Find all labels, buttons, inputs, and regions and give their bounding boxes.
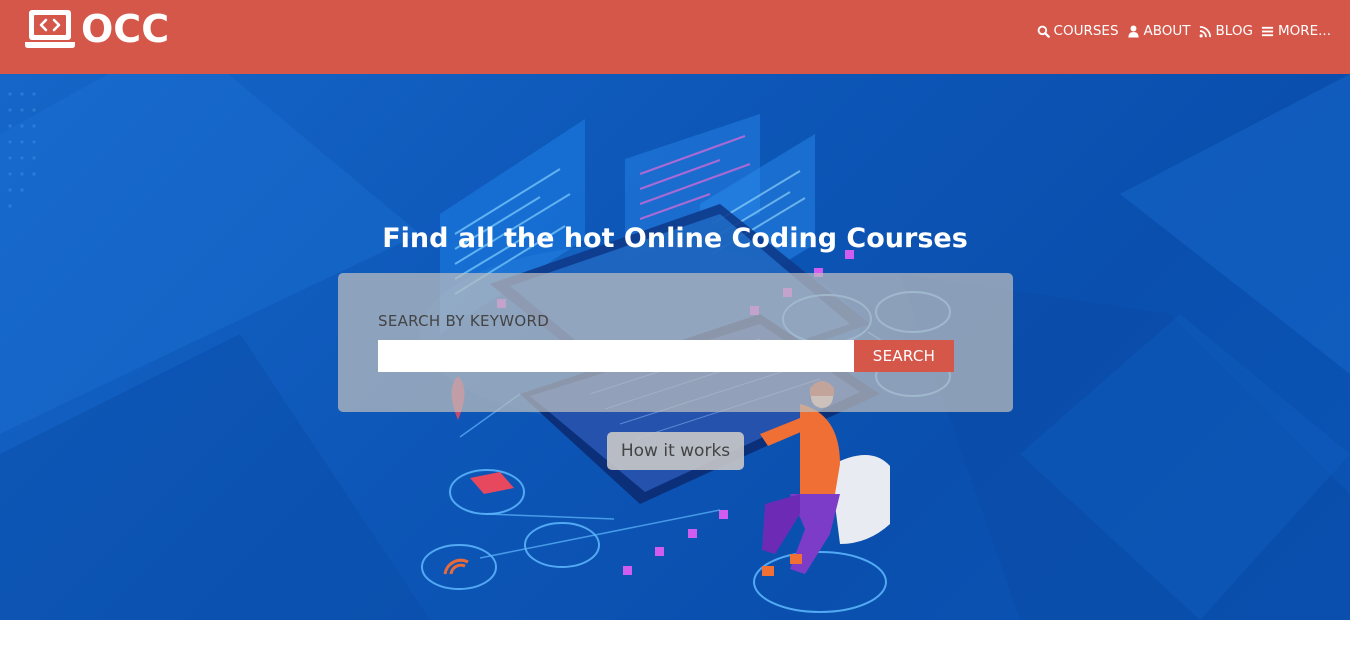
nav-courses[interactable]: COURSES [1037,23,1119,39]
hero-section: Find all the hot Online Coding Courses S… [0,74,1350,620]
page-content-area [0,620,1350,662]
bars-icon [1261,26,1274,36]
search-icon [1037,25,1050,38]
nav-more[interactable]: MORE... [1261,23,1331,39]
search-button[interactable]: SEARCH [854,340,954,372]
logo-link[interactable]: OCC [25,9,169,49]
nav-courses-label: COURSES [1053,23,1119,39]
user-icon [1127,25,1139,38]
nav-blog-label: BLOG [1215,23,1253,39]
nav-about[interactable]: ABOUT [1127,23,1191,39]
main-nav: COURSES ABOUT BLOG MORE... [1037,21,1331,41]
search-panel: SEARCH BY KEYWORD SEARCH [338,273,1013,412]
search-input[interactable] [378,340,854,372]
brand-name: OCC [81,7,170,51]
laptop-code-icon [25,10,75,48]
how-it-works-button[interactable]: How it works [607,432,744,470]
nav-blog[interactable]: BLOG [1199,23,1253,39]
nav-more-label: MORE... [1277,23,1331,39]
nav-about-label: ABOUT [1143,23,1191,39]
rss-icon [1199,25,1211,37]
hero-title: Find all the hot Online Coding Courses [382,223,968,254]
site-header: OCC COURSES ABOUT BLOG MORE... [0,0,1350,74]
search-label: SEARCH BY KEYWORD [378,312,550,330]
